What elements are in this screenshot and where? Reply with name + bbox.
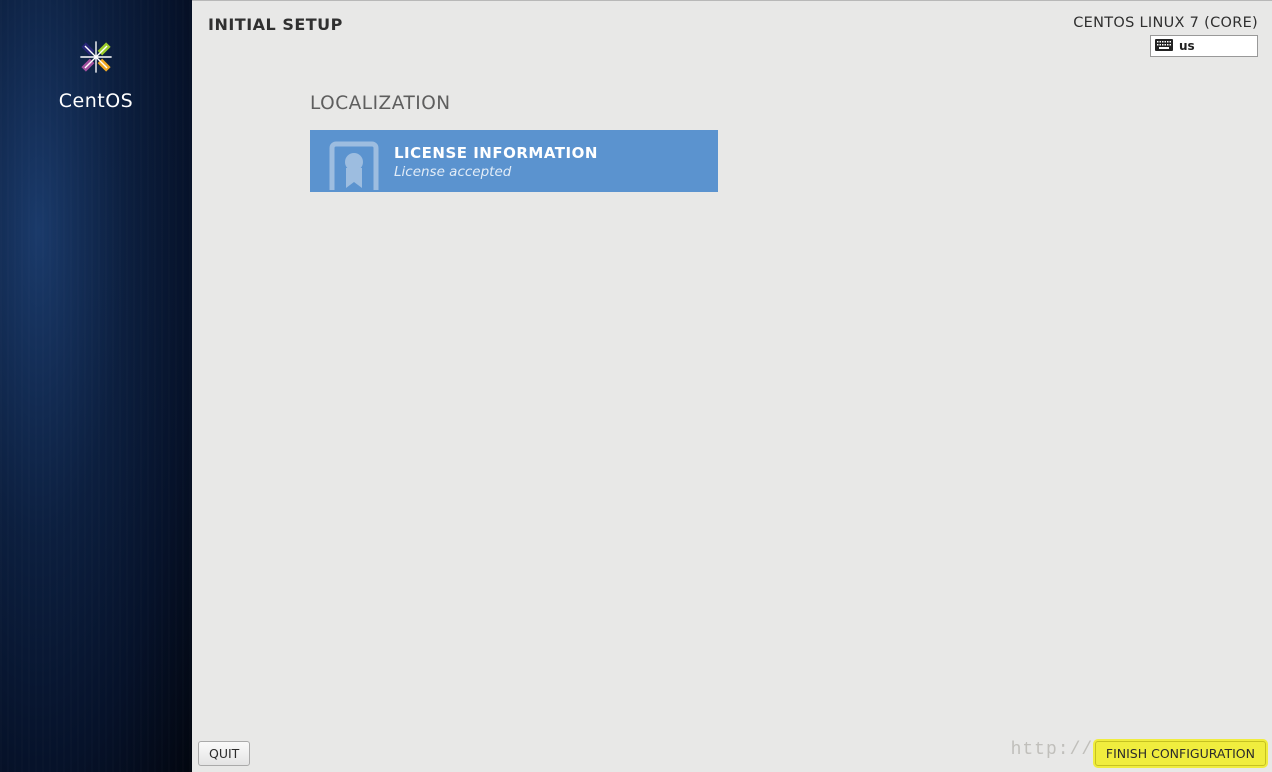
localization-section-title: LOCALIZATION bbox=[310, 93, 1272, 114]
keyboard-layout-selector[interactable]: us bbox=[1150, 35, 1258, 57]
keyboard-icon bbox=[1155, 39, 1173, 54]
footer: QUIT FINISH CONFIGURATION bbox=[192, 732, 1272, 772]
sidebar-logo: CentOS bbox=[59, 34, 133, 112]
finish-configuration-button[interactable]: FINISH CONFIGURATION bbox=[1095, 741, 1266, 766]
content-area: LOCALIZATION LICENSE INFORMATION License… bbox=[192, 57, 1272, 192]
keyboard-layout-label: us bbox=[1179, 39, 1195, 53]
license-spoke-status: License accepted bbox=[394, 164, 598, 180]
license-spoke-text: LICENSE INFORMATION License accepted bbox=[394, 144, 598, 180]
distro-label: CENTOS LINUX 7 (CORE) bbox=[1073, 15, 1258, 31]
page-title: INITIAL SETUP bbox=[208, 15, 343, 34]
sidebar-brand-label: CentOS bbox=[59, 90, 133, 112]
header-right: CENTOS LINUX 7 (CORE) us bbox=[1073, 15, 1258, 57]
main-panel: INITIAL SETUP CENTOS LINUX 7 (CORE) us bbox=[192, 0, 1272, 772]
centos-logo-icon bbox=[73, 34, 119, 84]
license-information-spoke[interactable]: LICENSE INFORMATION License accepted bbox=[310, 130, 718, 192]
sidebar: CentOS bbox=[0, 0, 192, 772]
license-icon bbox=[326, 134, 382, 190]
quit-button[interactable]: QUIT bbox=[198, 741, 250, 766]
header: INITIAL SETUP CENTOS LINUX 7 (CORE) us bbox=[192, 1, 1272, 57]
license-spoke-title: LICENSE INFORMATION bbox=[394, 144, 598, 162]
